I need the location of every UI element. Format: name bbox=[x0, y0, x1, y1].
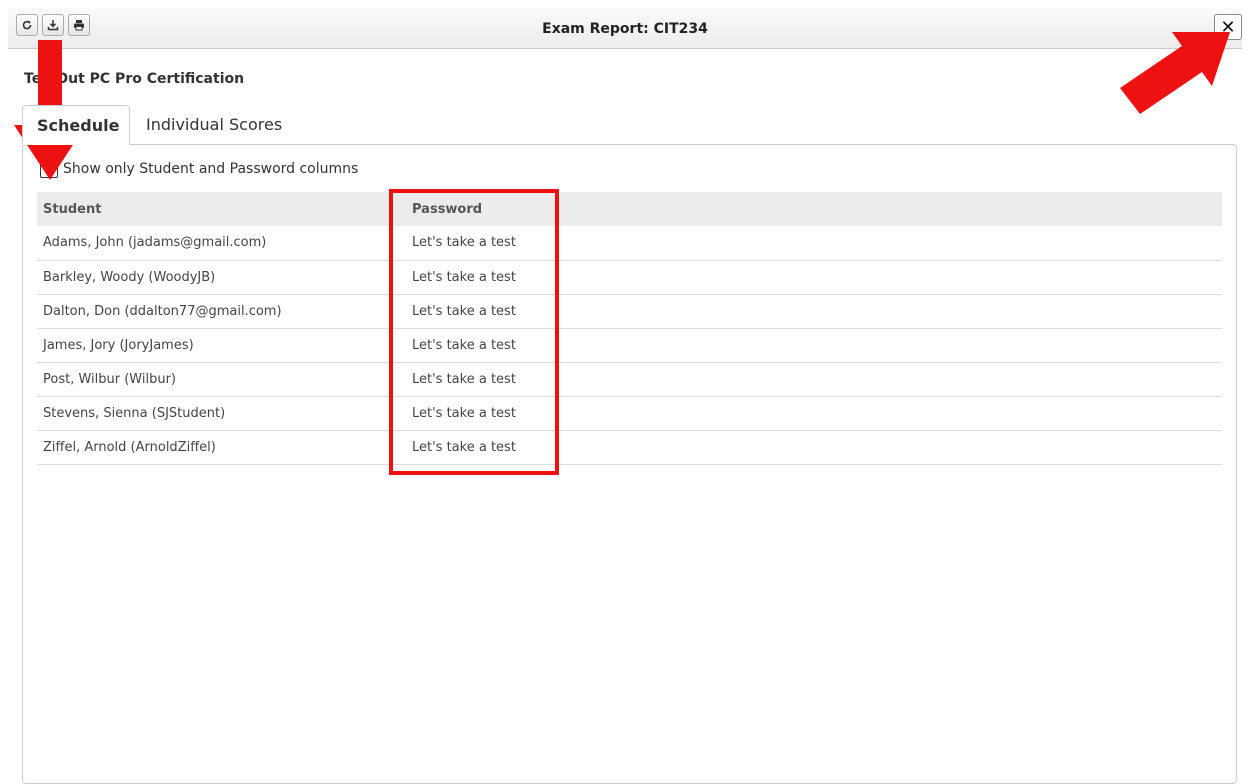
password-cell: Let's take a test bbox=[406, 430, 1222, 465]
table-row[interactable]: Dalton, Don (ddalton77@gmail.com) Let's … bbox=[37, 294, 1222, 329]
table-row[interactable]: Barkley, Woody (WoodyJB) Let's take a te… bbox=[37, 260, 1222, 295]
student-cell: Dalton, Don (ddalton77@gmail.com) bbox=[37, 294, 406, 329]
close-button[interactable]: ✕ bbox=[1214, 14, 1242, 40]
student-cell: Adams, John (jadams@gmail.com) bbox=[37, 226, 406, 261]
table-row[interactable]: Ziffel, Arnold (ArnoldZiffel) Let's take… bbox=[37, 430, 1222, 465]
show-only-checkbox[interactable]: ✔ bbox=[40, 160, 58, 178]
table-row[interactable]: Stevens, Sienna (SJStudent) Let's take a… bbox=[37, 396, 1222, 431]
password-cell: Let's take a test bbox=[406, 362, 1222, 397]
title-bar: Exam Report: CIT234 ✕ bbox=[8, 8, 1242, 49]
table-header-row: Student Password bbox=[37, 192, 1222, 226]
student-password-table: Student Password Adams, John (jadams@gma… bbox=[37, 192, 1222, 465]
password-cell: Let's take a test bbox=[406, 396, 1222, 431]
close-icon: ✕ bbox=[1220, 16, 1236, 38]
password-cell: Let's take a test bbox=[406, 226, 1222, 261]
checkmark-icon: ✔ bbox=[43, 161, 55, 177]
course-title: TestOut PC Pro Certification bbox=[24, 71, 245, 87]
student-cell: Barkley, Woody (WoodyJB) bbox=[37, 260, 406, 295]
tab-individual-scores[interactable]: Individual Scores bbox=[132, 105, 296, 145]
table-row[interactable]: Post, Wilbur (Wilbur) Let's take a test bbox=[37, 362, 1222, 397]
password-cell: Let's take a test bbox=[406, 294, 1222, 329]
show-only-filter[interactable]: ✔ Show only Student and Password columns bbox=[40, 160, 358, 178]
column-header-student[interactable]: Student bbox=[37, 192, 406, 226]
student-cell: Stevens, Sienna (SJStudent) bbox=[37, 396, 406, 431]
table-row[interactable]: Adams, John (jadams@gmail.com) Let's tak… bbox=[37, 226, 1222, 261]
student-cell: James, Jory (JoryJames) bbox=[37, 328, 406, 363]
student-cell: Post, Wilbur (Wilbur) bbox=[37, 362, 406, 397]
password-cell: Let's take a test bbox=[406, 328, 1222, 363]
column-header-password[interactable]: Password bbox=[406, 192, 1222, 226]
table-row[interactable]: James, Jory (JoryJames) Let's take a tes… bbox=[37, 328, 1222, 363]
student-cell: Ziffel, Arnold (ArnoldZiffel) bbox=[37, 430, 406, 465]
window-title: Exam Report: CIT234 bbox=[542, 21, 708, 37]
password-cell: Let's take a test bbox=[406, 260, 1222, 295]
show-only-label: Show only Student and Password columns bbox=[63, 161, 359, 177]
tab-schedule[interactable]: Schedule bbox=[22, 105, 130, 145]
